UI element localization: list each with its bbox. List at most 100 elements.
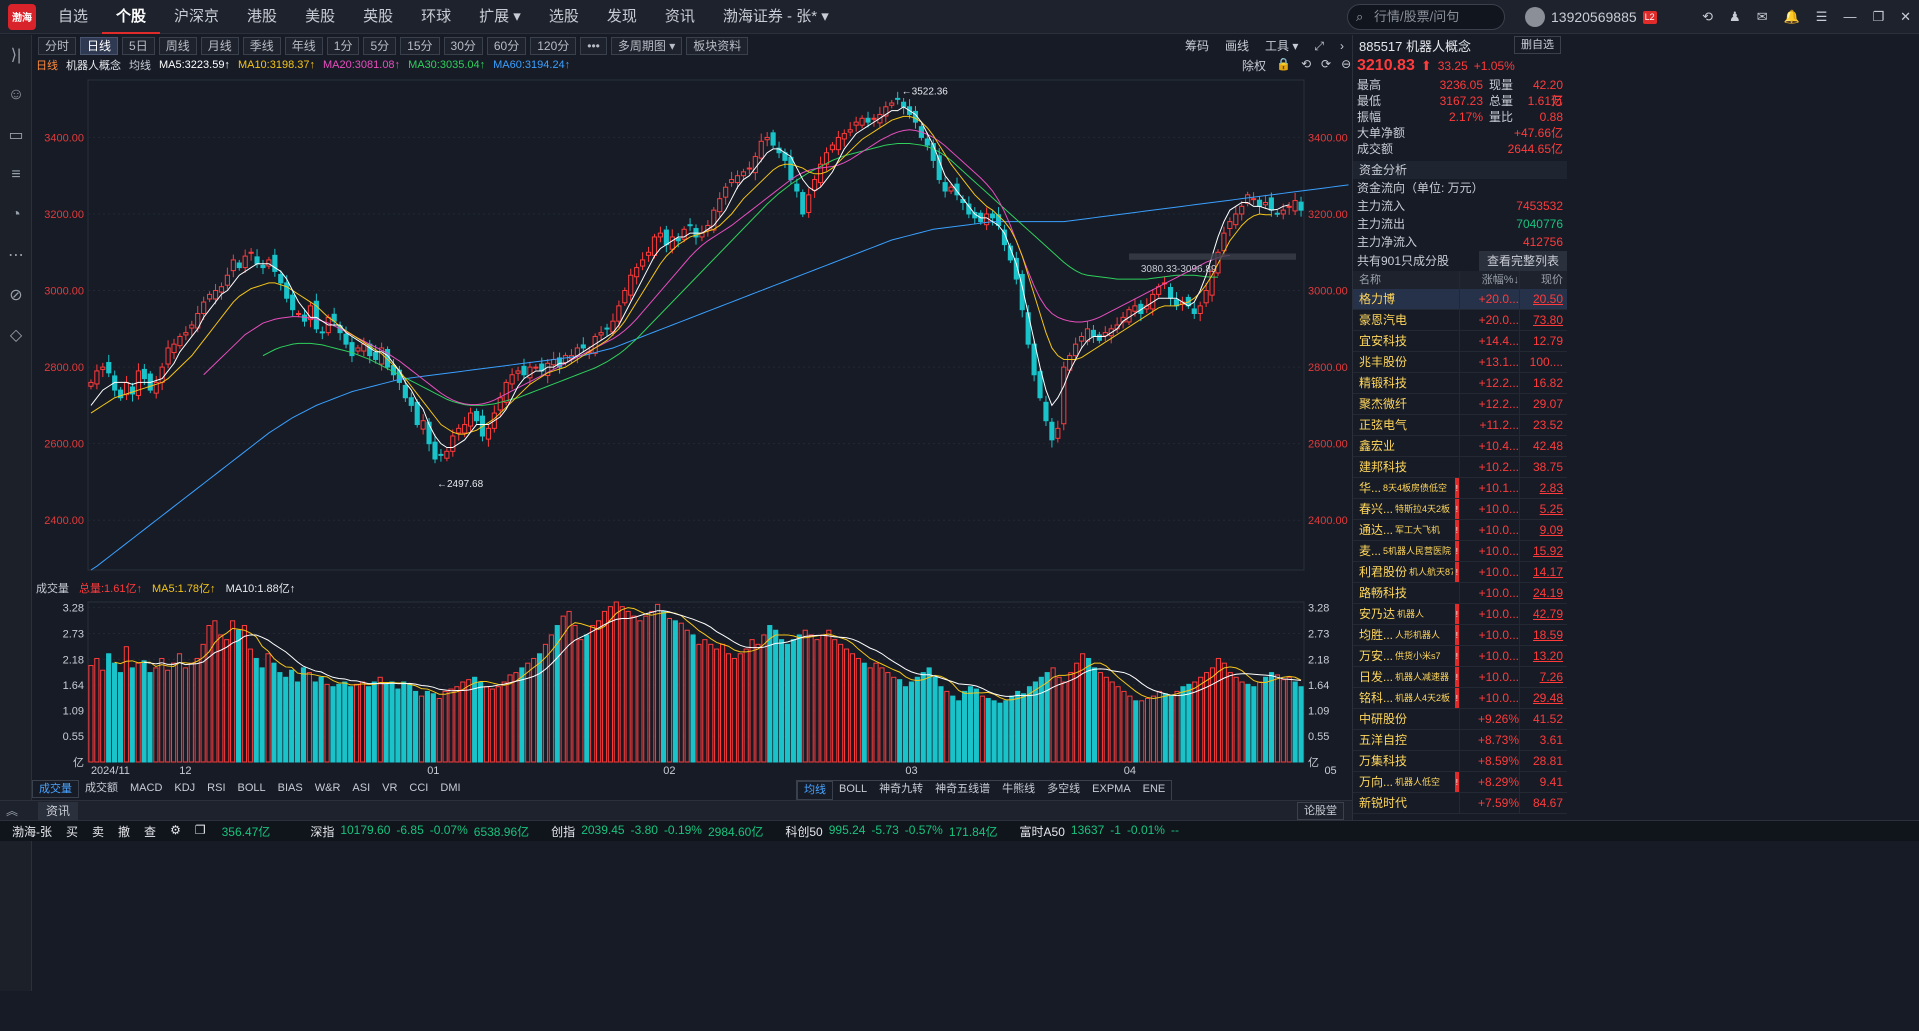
overlay-tab-7[interactable]: ENE [1137,781,1172,800]
period-button-5[interactable]: 季线 [242,37,281,55]
nav-item-6[interactable]: 环球 [407,0,465,34]
nav-item-2[interactable]: 沪深京 [160,0,233,34]
period-button-8[interactable]: 5分 [363,37,397,55]
table-row[interactable]: 通达... 军工大飞机! +10.0... 9.09 [1353,520,1567,541]
nav-item-11[interactable]: 渤海证券 - 张* ▾ [709,0,843,34]
window-tool-icon-0[interactable]: ⟲ [1702,0,1713,34]
toolbar-right-1[interactable]: 画线 [1225,35,1249,57]
table-row[interactable]: 路畅科技 +10.0... 24.19 [1353,583,1567,604]
trade-shortcut-4[interactable]: 查 [144,823,156,840]
index-ticker-3[interactable]: 科创50 995.24 -5.73 -0.57% 171.84亿 [785,823,997,840]
period-button-4[interactable]: 月线 [200,37,239,55]
trade-shortcut-0[interactable]: 渤海-张 [12,823,52,840]
window-tool-icon-5[interactable]: — [1843,0,1856,34]
index-ticker-0[interactable]: 356.47亿 [216,823,289,840]
indicator-tab-4[interactable]: RSI [201,780,231,798]
table-row[interactable]: 精锻科技 +12.2... 16.82 [1353,373,1567,394]
nav-item-5[interactable]: 英股 [349,0,407,34]
search-input[interactable]: ⌕ 行情/股票/问句 [1347,4,1505,30]
nav-item-0[interactable]: 自选 [44,0,102,34]
table-row[interactable]: 万集科技 +8.59% 28.81 [1353,751,1567,772]
nav-item-1[interactable]: 个股 [102,0,161,34]
compass-icon[interactable]: ◔ [0,195,32,235]
toolbar-right-2[interactable]: 工具 ▾ [1265,35,1298,57]
nav-item-4[interactable]: 美股 [291,0,349,34]
period-button-9[interactable]: 15分 [400,37,440,55]
trade-shortcut-3[interactable]: 撤 [118,823,130,840]
col-change[interactable]: 涨幅%↓ [1459,271,1519,289]
window-tool-icon-4[interactable]: ☰ [1816,0,1828,34]
table-row[interactable]: 五洋自控 +8.73% 3.61 [1353,730,1567,751]
monitor-icon[interactable]: ▭ [0,115,32,155]
period-button-6[interactable]: 年线 [284,37,323,55]
table-row[interactable]: 铭科... 机器人4天2板! +10.0... 29.48 [1353,688,1567,709]
toolbar-right-3[interactable]: ⤢ [1314,35,1324,57]
toolbar-right-0[interactable]: 筹码 [1185,35,1209,57]
chat-icon[interactable]: ⋯ [0,235,32,275]
toolbar-right-4[interactable]: › [1340,35,1344,57]
remove-watchlist-button[interactable]: 删自选 [1514,36,1561,54]
trade-shortcut-1[interactable]: 买 [66,823,78,840]
col-name[interactable]: 名称 [1353,271,1459,289]
table-row[interactable]: 均胜... 人形机器人! +10.0... 18.59 [1353,625,1567,646]
indicator-tab-0[interactable]: 成交量 [32,780,79,798]
window-tool-icon-3[interactable]: 🔔 [1784,0,1800,34]
period-button-12[interactable]: 120分 [530,37,577,55]
table-row[interactable]: 日发... 机器人减速器! +10.0... 7.26 [1353,667,1567,688]
table-row[interactable]: 中研股份 +9.26% 41.52 [1353,709,1567,730]
window-tool-icon-2[interactable]: ✉ [1757,0,1768,34]
table-row[interactable]: 万安... 供货小米s7! +10.0... 13.20 [1353,646,1567,667]
table-row[interactable]: 豪恩汽电 +20.0... 73.80 [1353,310,1567,331]
expand-icon[interactable]: ⟩| [0,35,32,75]
period-button-7[interactable]: 1分 [326,37,360,55]
period-button-10[interactable]: 30分 [443,37,483,55]
indicator-tab-7[interactable]: W&R [309,780,347,798]
indicator-tab-6[interactable]: BIAS [272,780,309,798]
table-row[interactable]: 鑫宏业 +10.4... 42.48 [1353,436,1567,457]
trade-shortcut-2[interactable]: 卖 [92,823,104,840]
window-tool-icon-7[interactable]: ✕ [1900,0,1911,34]
robot-icon[interactable]: ☺ [0,75,32,115]
overlay-tab-3[interactable]: 神奇五线谱 [929,781,996,800]
indicator-tab-1[interactable]: 成交额 [79,780,124,798]
nav-item-7[interactable]: 扩展 ▾ [465,0,535,34]
overlay-tab-1[interactable]: BOLL [833,781,873,800]
overlay-tab-6[interactable]: EXPMA [1086,781,1137,800]
table-row[interactable]: 春兴... 特斯拉4天2板! +10.0... 5.25 [1353,499,1567,520]
view-full-list-button[interactable]: 查看完整列表 [1478,251,1567,271]
table-row[interactable]: 万向... 机器人低空! +8.29% 9.41 [1353,772,1567,793]
nav-item-3[interactable]: 港股 [233,0,291,34]
period-button-3[interactable]: 周线 [158,37,197,55]
indicator-tab-5[interactable]: BOLL [232,780,272,798]
index-ticker-4[interactable]: 富时A50 13637 -1 -0.01% -- [1020,823,1179,840]
period-button-14[interactable]: 多周期图 ▾ [610,37,683,55]
index-ticker-2[interactable]: 创指 2039.45 -3.80 -0.19% 2984.60亿 [551,823,763,840]
table-row[interactable]: 新锐时代 +7.59% 84.67 [1353,793,1567,814]
index-ticker-1[interactable]: 深指 10179.60 -6.85 -0.07% 6538.96亿 [310,823,529,840]
news-tab[interactable]: 资讯 [38,801,79,820]
table-row[interactable]: 建邦科技 +10.2... 38.75 [1353,457,1567,478]
window-tool-icon-6[interactable]: ❐ [1872,0,1884,34]
period-button-1[interactable]: 日线 [80,37,119,55]
table-row[interactable]: 聚杰微纤 +12.2... 29.07 [1353,394,1567,415]
trade-shortcut-6[interactable]: ❐ [195,823,206,840]
user-account[interactable]: 13920569885 L2 [1525,0,1657,34]
table-row[interactable]: 宜安科技 +14.4... 12.79 [1353,331,1567,352]
period-button-15[interactable]: 板块资料 [686,37,749,55]
period-button-0[interactable]: 分时 [38,37,77,55]
nav-item-10[interactable]: 资讯 [651,0,709,34]
overlay-tab-5[interactable]: 多空线 [1041,781,1086,800]
period-button-11[interactable]: 60分 [486,37,527,55]
table-row[interactable]: 正弦电气 +11.2... 23.52 [1353,415,1567,436]
indicator-tab-2[interactable]: MACD [124,780,168,798]
document-icon[interactable]: ≡ [0,155,32,195]
indicator-tab-10[interactable]: CCI [403,780,434,798]
table-row[interactable]: 安乃达 机器人! +10.0... 42.79 [1353,604,1567,625]
indicator-tab-9[interactable]: VR [376,780,403,798]
link-icon[interactable]: ⊘ [0,275,32,315]
overlay-tab-2[interactable]: 神奇九转 [873,781,929,800]
candlestick-chart[interactable]: 3400.00 3400.00 3200.00 3200.00 3000.00 3000.… [32,72,1352,578]
table-row[interactable]: 利君股份 机人航天87! +10.0... 14.17 [1353,562,1567,583]
collapse-icon[interactable]: ︽ [6,802,18,819]
indicator-tab-11[interactable]: DMI [434,780,466,798]
